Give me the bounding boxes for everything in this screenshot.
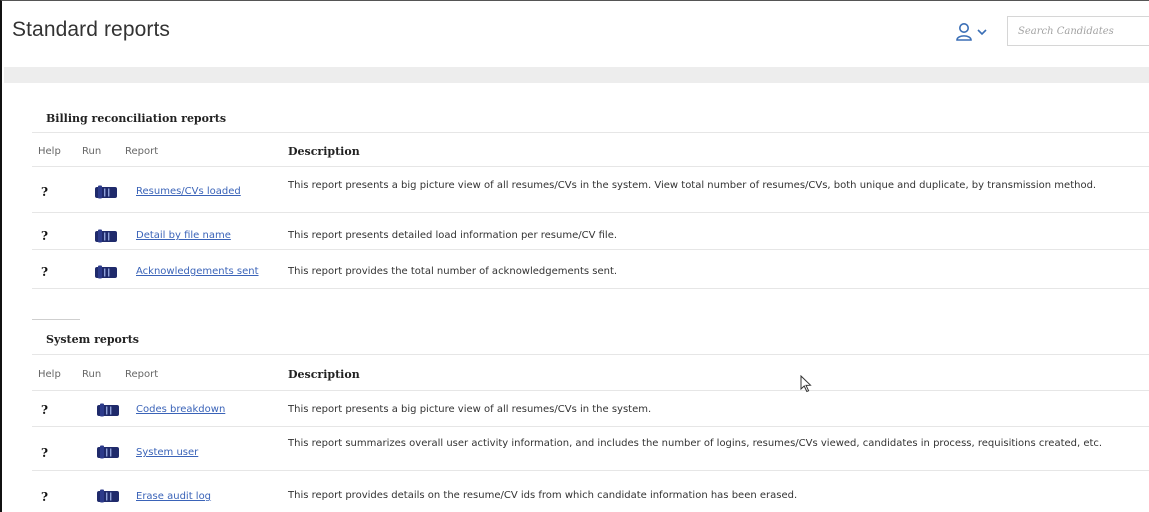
run-report-icon[interactable] xyxy=(96,489,120,503)
report-link-acknowledgements-sent[interactable]: Acknowledgements sent xyxy=(136,266,259,277)
divider xyxy=(32,390,1149,391)
help-button[interactable]: ? xyxy=(41,490,48,504)
page-header: Standard reports xyxy=(4,1,1149,67)
run-report-icon[interactable] xyxy=(94,185,118,199)
help-button[interactable]: ? xyxy=(41,185,48,199)
col-header-report: Report xyxy=(125,369,159,380)
search-box[interactable] xyxy=(1007,16,1149,46)
col-header-run: Run xyxy=(82,369,102,380)
run-report-icon[interactable] xyxy=(94,265,118,279)
divider xyxy=(32,166,1149,167)
report-link-system-user[interactable]: System user xyxy=(136,447,198,458)
col-header-help: Help xyxy=(38,146,61,157)
page-title: Standard reports xyxy=(12,18,171,41)
run-report-icon[interactable] xyxy=(94,229,118,243)
report-link-resumes-loaded[interactable]: Resumes/CVs loaded xyxy=(136,186,241,197)
section-title-system: System reports xyxy=(46,333,139,346)
report-description: This report presents a big picture view … xyxy=(288,180,1097,191)
col-header-report: Report xyxy=(125,146,159,157)
run-report-icon[interactable] xyxy=(96,403,120,417)
divider xyxy=(32,249,1149,250)
report-description: This report provides the total number of… xyxy=(288,266,618,277)
report-link-codes-breakdown[interactable]: Codes breakdown xyxy=(136,404,225,415)
report-description: This report presents detailed load infor… xyxy=(288,230,618,241)
report-description: This report summarizes overall user acti… xyxy=(288,438,1103,449)
divider xyxy=(32,288,1149,289)
header-separator-band xyxy=(4,67,1149,83)
help-button[interactable]: ? xyxy=(41,446,48,460)
col-header-help: Help xyxy=(38,369,61,380)
mouse-pointer-icon xyxy=(800,375,812,393)
search-input[interactable] xyxy=(1018,18,1149,44)
window-frame: Standard reports Billing reconciliation … xyxy=(0,0,1149,512)
divider xyxy=(32,426,1149,427)
divider xyxy=(32,354,1149,355)
help-button[interactable]: ? xyxy=(41,265,48,279)
divider xyxy=(32,132,1149,133)
report-description: This report provides details on the resu… xyxy=(288,490,798,501)
divider xyxy=(32,212,1149,213)
user-icon xyxy=(956,23,972,41)
run-report-icon[interactable] xyxy=(96,445,120,459)
col-header-run: Run xyxy=(82,146,102,157)
report-link-erase-audit-log[interactable]: Erase audit log xyxy=(136,491,211,502)
report-link-detail-by-file-name[interactable]: Detail by file name xyxy=(136,230,231,241)
report-description: This report presents a big picture view … xyxy=(288,404,652,415)
section-title-billing: Billing reconciliation reports xyxy=(46,112,227,125)
help-button[interactable]: ? xyxy=(41,403,48,417)
help-button[interactable]: ? xyxy=(41,229,48,243)
chevron-down-icon xyxy=(977,29,987,36)
col-header-description: Description xyxy=(288,145,360,158)
divider xyxy=(32,470,1149,471)
section-divider xyxy=(32,319,80,320)
user-menu-button[interactable] xyxy=(955,21,999,43)
col-header-description: Description xyxy=(288,368,360,381)
